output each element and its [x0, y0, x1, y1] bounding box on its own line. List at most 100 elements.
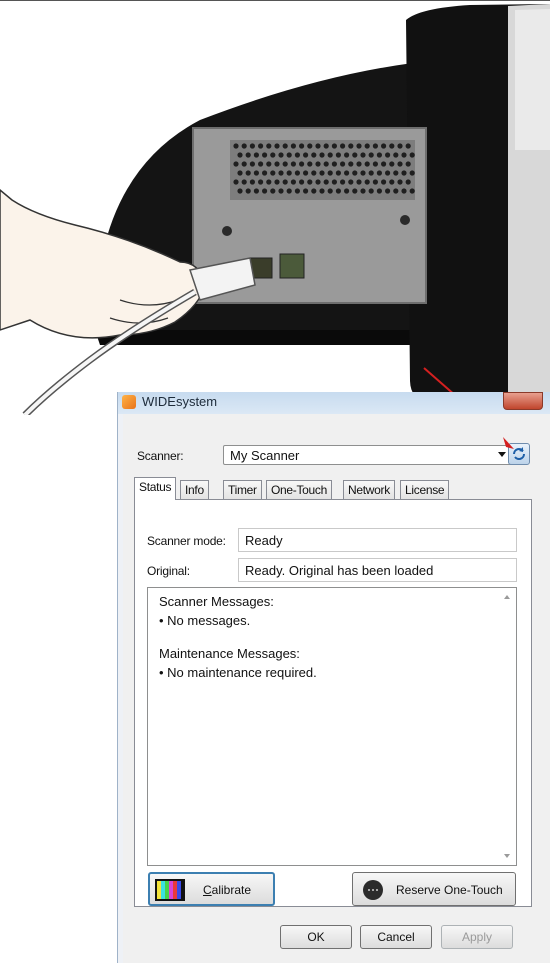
tab-status[interactable]: Status: [134, 477, 177, 500]
tab-license[interactable]: License: [400, 480, 450, 499]
vent-hole: [405, 143, 411, 149]
close-button[interactable]: [503, 392, 543, 410]
vent-hole: [368, 170, 374, 176]
vent-hole: [282, 161, 288, 167]
scroll-up-arrow[interactable]: [504, 595, 510, 599]
vent-hole: [290, 143, 296, 149]
vent-hole: [335, 170, 341, 176]
vent-hole: [360, 188, 366, 194]
vent-hole: [307, 179, 313, 185]
vent-hole: [249, 179, 255, 185]
vent-hole: [393, 188, 399, 194]
vent-hole: [401, 152, 407, 158]
vent-hole: [323, 161, 329, 167]
vent-hole: [319, 188, 325, 194]
vent-hole: [364, 143, 370, 149]
vent-hole: [360, 170, 366, 176]
vent-hole: [315, 179, 321, 185]
vent-hole: [282, 179, 288, 185]
vent-hole: [389, 143, 395, 149]
vent-hole: [352, 152, 358, 158]
vent-hole: [253, 152, 259, 158]
vent-hole: [266, 143, 272, 149]
vent-hole: [405, 161, 411, 167]
vent-hole: [262, 188, 268, 194]
scanner-mode-field: Ready: [238, 528, 517, 552]
vent-hole: [303, 152, 309, 158]
vent-hole: [294, 170, 300, 176]
vent-hole: [381, 161, 387, 167]
one-touch-icon: [363, 880, 383, 900]
tab-timer[interactable]: Timer: [223, 480, 262, 499]
vent-hole: [249, 143, 255, 149]
vent-hole: [372, 143, 378, 149]
vent-hole: [385, 188, 391, 194]
usb-port: [279, 253, 305, 279]
screw-right: [400, 215, 410, 225]
vent-hole: [368, 152, 374, 158]
reserve-one-touch-label: Reserve One-Touch: [396, 883, 503, 897]
vent-hole: [237, 152, 243, 158]
vent-hole: [352, 188, 358, 194]
vent-hole: [278, 188, 284, 194]
vent-hole: [274, 179, 280, 185]
vent-hole: [356, 143, 362, 149]
scanner-mode-label: Scanner mode:: [147, 534, 226, 548]
app-icon: [122, 395, 136, 409]
original-field: Ready. Original has been loaded: [238, 558, 517, 582]
vent-hole: [344, 170, 350, 176]
vent-hole: [356, 179, 362, 185]
vent-hole: [249, 161, 255, 167]
vent-hole: [331, 179, 337, 185]
calibrate-button[interactable]: Calibrate: [148, 872, 275, 906]
apply-button[interactable]: Apply: [441, 925, 513, 949]
ok-button[interactable]: OK: [280, 925, 352, 949]
vent-hole: [376, 152, 382, 158]
vent-hole: [393, 170, 399, 176]
vent-hole: [245, 188, 251, 194]
window-title: WIDEsystem: [142, 394, 218, 409]
vent-hole: [335, 188, 341, 194]
vent-hole: [385, 170, 391, 176]
vent-hole: [278, 170, 284, 176]
vent-hole: [348, 161, 354, 167]
maintenance-messages-item: • No maintenance required.: [159, 665, 317, 680]
scroll-down-arrow[interactable]: [504, 854, 510, 858]
scanner-select[interactable]: My Scanner: [223, 445, 513, 465]
tab-network[interactable]: Network: [343, 480, 395, 499]
vent-hole: [376, 170, 382, 176]
scanner-label: Scanner:: [137, 449, 184, 463]
vent-hole: [409, 170, 415, 176]
tab-one-touch[interactable]: One-Touch: [266, 480, 332, 499]
cancel-button[interactable]: Cancel: [360, 925, 432, 949]
vent-hole: [397, 143, 403, 149]
vent-hole: [319, 152, 325, 158]
title-bar: WIDEsystem: [118, 392, 550, 414]
vent-hole: [385, 152, 391, 158]
messages-box[interactable]: Scanner Messages: • No messages. Mainten…: [147, 587, 517, 866]
vent-hole: [348, 179, 354, 185]
vent-hole: [372, 179, 378, 185]
vent-hole: [327, 152, 333, 158]
vent-hole: [307, 161, 313, 167]
vent-hole: [315, 161, 321, 167]
vent-hole: [376, 188, 382, 194]
vent-hole: [331, 143, 337, 149]
vent-hole: [409, 188, 415, 194]
vent-hole: [327, 170, 333, 176]
vent-hole: [233, 143, 239, 149]
vent-hole: [258, 143, 264, 149]
vent-hole: [270, 170, 276, 176]
vent-hole: [270, 152, 276, 158]
vent-hole: [299, 179, 305, 185]
reserve-one-touch-button[interactable]: Reserve One-Touch: [352, 872, 516, 906]
vent-hole: [401, 170, 407, 176]
vent-hole: [241, 179, 247, 185]
vent-hole: [348, 143, 354, 149]
vent-hole: [368, 188, 374, 194]
screw-left: [222, 226, 232, 236]
vent-hole: [294, 152, 300, 158]
vent-hole: [389, 161, 395, 167]
tab-info[interactable]: Info: [180, 480, 209, 499]
scanner-network-illustration: [0, 4, 550, 415]
